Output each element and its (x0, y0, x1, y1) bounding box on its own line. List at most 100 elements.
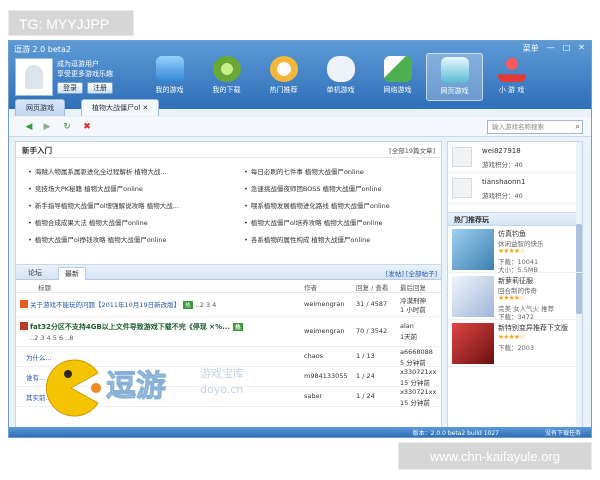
guide-item[interactable]: 各系植物的属性构成 植物大战僵尸online (244, 234, 370, 244)
watermark-url: doyo.cn (200, 383, 244, 396)
download-status[interactable]: 没有下载任务 (545, 428, 581, 437)
tab-strip: 网页游戏 植物大战僵尸ol ✕ (9, 99, 591, 117)
joystick-icon (497, 56, 526, 82)
guide-more-link[interactable]: [全部19篇文章] (389, 145, 435, 155)
back-icon[interactable]: ◀ (23, 121, 35, 133)
row-pages[interactable]: ..2 3 4 (196, 301, 217, 309)
user-card[interactable]: wei827918 游戏积分：40 (448, 142, 582, 173)
refresh-icon[interactable]: ↻ (61, 121, 73, 133)
minimize-button[interactable]: — (547, 43, 555, 54)
nav-web-games[interactable]: 网页游戏 (426, 53, 483, 101)
forum-more-links[interactable]: [发帖] [全部帖子] (386, 268, 437, 278)
guide-item[interactable]: 喂系植物发展植物进化路线 植物大战僵尸online (244, 200, 390, 210)
row-last-user[interactable]: alan (400, 322, 414, 330)
col-stats: 回复 / 查看 (356, 284, 389, 292)
bottom-watermark-tag: www.chn-kaifayule.org (398, 442, 592, 470)
nav-mini-games[interactable]: 小 游 戏 (483, 53, 540, 101)
user-line2: 享受更多游戏乐趣 (57, 70, 113, 78)
guide-item[interactable]: 每日必刷的七件事 植物大战僵尸online (244, 166, 364, 176)
user-info: 成为逗游用户 享受更多游戏乐趣 (57, 59, 113, 79)
row-last-user[interactable]: a6668088 (400, 348, 433, 356)
table-row[interactable]: fat32分区不支持4GB以上文件导致游戏下载不完《停现 ×%... 热 ..2 … (16, 317, 441, 347)
guide-item[interactable]: 新手指导植物大战僵尸ol增强解说攻略 植物大战... (28, 200, 179, 210)
search-placeholder: 输入游戏名称搜索 (492, 123, 544, 131)
game-item[interactable]: 新萝莉征服 回合制的传奇 ★★★★☆ 完美 女人气火 推荐 下载：3472 (448, 273, 582, 321)
game-thumbnail[interactable] (452, 276, 494, 317)
nav-my-downloads[interactable]: 我的下载 (198, 53, 255, 101)
nav-label: 单机游戏 (326, 86, 355, 94)
row-stats: 1 / 24 (356, 392, 375, 400)
tab-latest[interactable]: 最新 (58, 267, 86, 280)
toolbar: ◀ ▶ ↻ ✖ 输入游戏名称搜索 ⌕ (9, 117, 591, 137)
side-pane: wei827918 游戏积分：40 tianshaonn1 游戏积分：40 热门… (447, 141, 583, 429)
row-author[interactable]: weimengran (304, 327, 344, 335)
top-watermark-tag: TG: MYYJJPP (8, 10, 134, 36)
nav-hot-recommend[interactable]: 热门推荐 (255, 53, 312, 101)
status-bar: 版本：2.0.0 beta2 build 1027 没有下载任务 (9, 427, 591, 437)
nav-label: 热门推荐 (269, 86, 298, 94)
guide-item[interactable]: 急速挑战僵夜师团BOSS 植物大战僵尸online (244, 183, 382, 193)
row-author[interactable]: m984133055 (304, 372, 348, 380)
row-title[interactable]: fat32分区不支持4GB以上文件导致游戏下载不完《停现 ×%... (30, 323, 230, 331)
forum-table-header: 标题 作者 回复 / 查看 最后回复 (16, 280, 441, 293)
guide-list: 海贼人物属系属驱进化全过程解析 植物大战... 竞技场大PK秘籍 植物大战僵尸o… (16, 158, 441, 256)
avatar[interactable] (15, 58, 53, 96)
avatar[interactable] (452, 178, 472, 198)
table-row[interactable]: 关于游戏不能玩的问题【2011年10月19日新改版】热 ..2 3 4 weime… (16, 293, 441, 317)
search-icon (269, 56, 298, 82)
maximize-button[interactable]: □ (563, 43, 571, 54)
nav-my-games[interactable]: 我的游戏 (141, 53, 198, 101)
row-last-user[interactable]: x330721xx (400, 388, 436, 396)
star-rating: ★★★★☆ (498, 247, 525, 255)
guide-item[interactable]: 植物大战僵尸ol培养攻略 植物大战僵尸online (244, 217, 383, 227)
row-author[interactable]: saber (304, 392, 322, 400)
row-last-time: 1天前 (400, 333, 418, 341)
register-button[interactable]: 注册 (87, 82, 113, 94)
user-card[interactable]: tianshaonn1 游戏积分：40 (448, 173, 582, 204)
row-title[interactable]: 关于游戏不能玩的问题【2011年10月19日新改版】 (30, 301, 180, 309)
close-button[interactable]: ✕ (578, 43, 585, 54)
game-title[interactable]: 新特别变异推荐下文版 (498, 323, 568, 333)
guide-item[interactable]: 植物合成成果大法 植物大战僵尸online (28, 217, 148, 227)
row-stats: 1 / 24 (356, 372, 375, 380)
game-item[interactable]: 新特别变异推荐下文版 ★★★★☆ 下载：2003 (448, 320, 582, 367)
topic-icon (20, 300, 28, 308)
user-score: 游戏积分：40 (482, 192, 523, 200)
game-thumbnail[interactable] (452, 323, 494, 364)
login-button[interactable]: 登录 (57, 82, 83, 94)
tab-pvz-online[interactable]: 植物大战僵尸ol ✕ (81, 99, 160, 116)
nav-label: 网页游戏 (440, 87, 469, 95)
game-item[interactable]: 仿真钓鱼 休闲益智的快乐 ★★★★☆ 下载：10041 大小：5.5MB (448, 226, 582, 274)
web-game-icon (440, 57, 469, 83)
gamepad-icon (326, 56, 355, 82)
tab-forum[interactable]: 论坛 (22, 267, 48, 280)
row-stats: 1 / 13 (356, 352, 375, 360)
row-author[interactable]: weimengran (304, 300, 344, 308)
row-last-time: 15 分钟前 (400, 379, 430, 387)
stop-icon[interactable]: ✖ (81, 121, 93, 133)
user-name[interactable]: tianshaonn1 (482, 178, 525, 186)
user-line1: 成为逗游用户 (57, 60, 99, 68)
guide-item[interactable]: 竞技场大PK秘籍 植物大战僵尸online (28, 183, 143, 193)
watermark: 逗游 游戏宝库 doyo.cn (40, 357, 300, 419)
search-input[interactable]: 输入游戏名称搜索 ⌕ (487, 120, 583, 134)
guide-item[interactable]: 植物大战僵尸ol挣钱攻略 植物大战僵尸online (28, 234, 167, 244)
row-last-user[interactable]: x330721xx (400, 368, 436, 376)
row-pages[interactable]: ..2 3 4 5 6 ..8 (30, 334, 73, 342)
tab-web-games[interactable]: 网页游戏 (15, 99, 65, 116)
row-title-wrap: fat32分区不支持4GB以上文件导致游戏下载不完《停现 ×%... 热 (20, 322, 243, 332)
nav-online-games[interactable]: 网络游戏 (369, 53, 426, 101)
nav-single-games[interactable]: 单机游戏 (312, 53, 369, 101)
search-icon[interactable]: ⌕ (576, 121, 580, 133)
avatar[interactable] (452, 147, 472, 167)
user-name[interactable]: wei827918 (482, 147, 521, 155)
col-title: 标题 (38, 284, 51, 292)
game-thumbnail[interactable] (452, 229, 494, 270)
guide-item[interactable]: 海贼人物属系属驱进化全过程解析 植物大战... (28, 166, 167, 176)
row-author[interactable]: chaos (304, 352, 323, 360)
forward-icon[interactable]: ▶ (41, 121, 53, 133)
row-stats: 70 / 3542 (356, 327, 388, 335)
reco-header: 热门推荐玩 (448, 212, 582, 226)
watermark-sub: 游戏宝库 (200, 367, 244, 380)
book-icon (383, 56, 412, 82)
